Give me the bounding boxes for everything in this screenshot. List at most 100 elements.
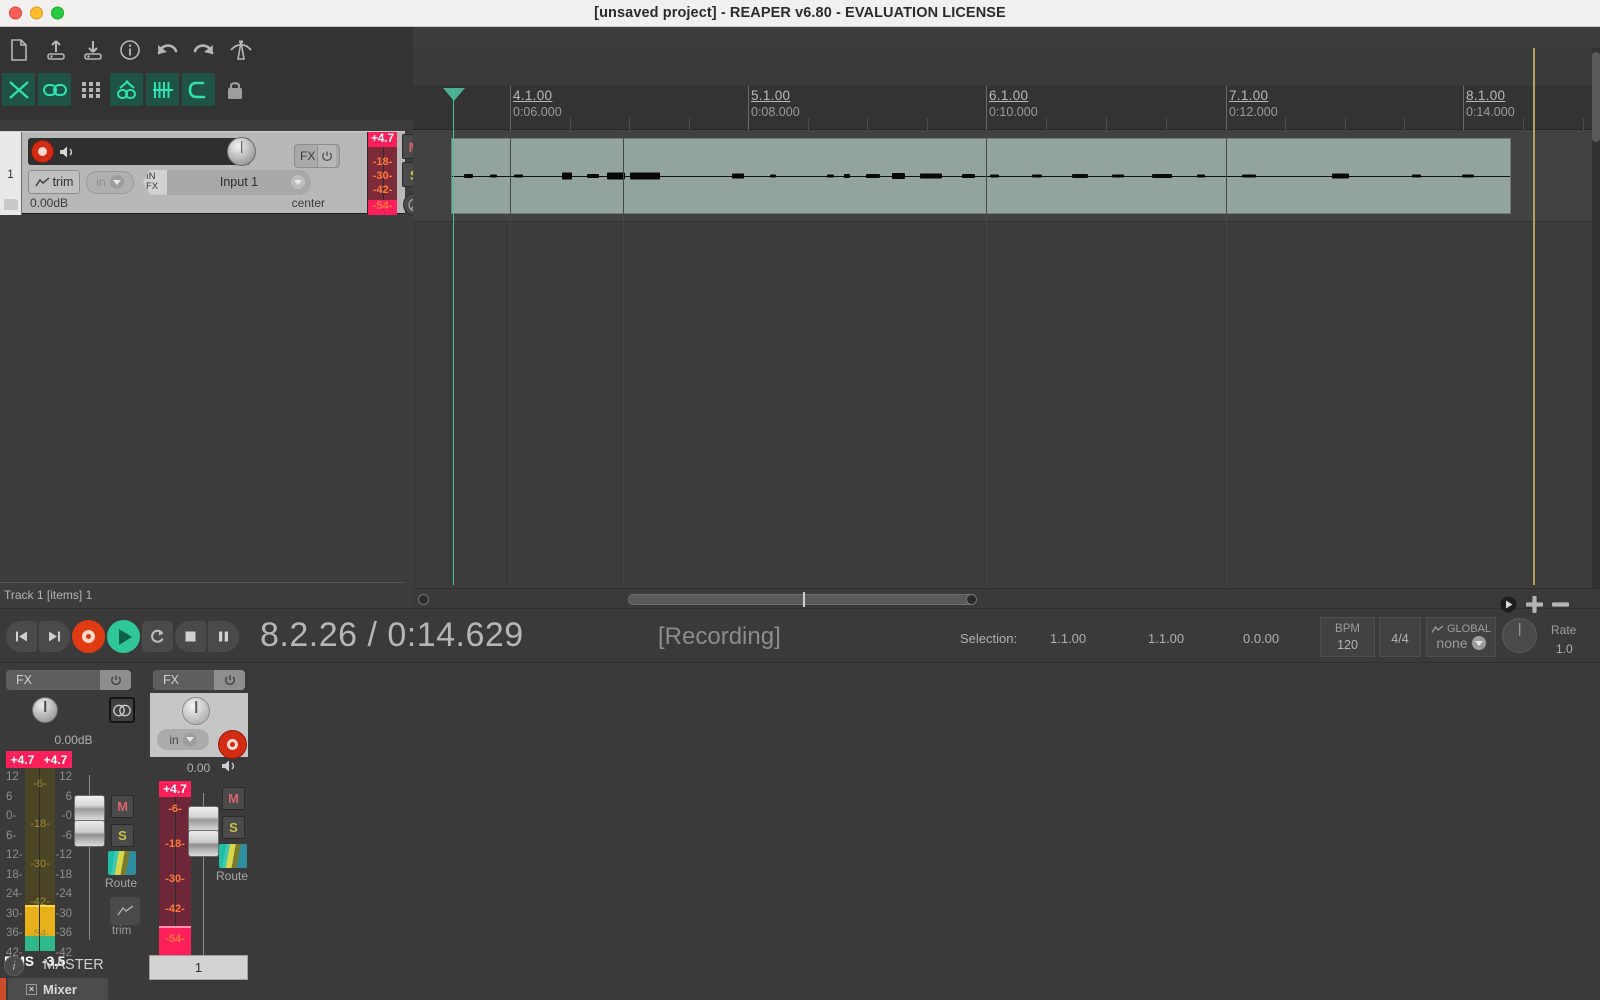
master-trim-button[interactable] <box>110 897 140 925</box>
add-track-icon[interactable] <box>1526 596 1543 618</box>
repeat-button[interactable] <box>142 621 173 652</box>
chevron-down-icon[interactable] <box>110 175 124 189</box>
group-link-icon[interactable] <box>110 73 143 106</box>
fx-power-icon[interactable] <box>100 670 131 690</box>
master-meter[interactable]: +4.7 +4.7 -6- -18- -30- -42- -54- <box>6 751 72 951</box>
ruler-bar-label: 8.1.00 <box>1466 88 1515 103</box>
vertical-scrollbar[interactable] <box>1592 48 1600 588</box>
remove-track-icon[interactable] <box>1552 596 1569 618</box>
pause-button[interactable] <box>208 621 239 652</box>
snap-grid-icon[interactable] <box>146 73 179 106</box>
track-input-button-mixer[interactable]: in <box>157 729 209 750</box>
master-route-button[interactable] <box>108 851 136 875</box>
waveform-peak <box>1197 175 1205 178</box>
play-speed-icon[interactable] <box>1500 596 1517 618</box>
track-pan-knob-mixer[interactable] <box>182 697 210 725</box>
rate-value[interactable]: 1.0 <box>1556 642 1573 656</box>
track-name-field[interactable]: 1 <box>149 955 248 980</box>
scroll-right-handle[interactable] <box>966 594 977 605</box>
master-width-button[interactable] <box>109 697 135 723</box>
fx-power-icon[interactable] <box>214 670 245 690</box>
ruler-bar-label: 6.1.00 <box>989 88 1038 103</box>
mixer-tab[interactable]: × Mixer <box>8 978 108 1000</box>
track-meter[interactable]: +4.7 -18- -30- -42- -54- <box>367 132 397 215</box>
global-value-row[interactable]: none <box>1436 635 1485 651</box>
track-meter-mixer[interactable]: +4.7 -6- -18- -30- -42- -54- <box>159 781 191 956</box>
chevron-down-icon[interactable] <box>183 733 197 747</box>
minimize-button[interactable] <box>30 7 43 20</box>
info-icon[interactable] <box>113 33 146 66</box>
selection-start[interactable]: 1.1.00 <box>1050 631 1086 646</box>
grid-icon[interactable] <box>74 73 107 106</box>
track-fx-button[interactable]: FX <box>294 144 340 168</box>
track-fader-handle[interactable] <box>188 806 219 833</box>
arrange-view[interactable]: 4.1.00 0:06.000 5.1.00 0:08.000 6.1.00 0… <box>413 48 1600 585</box>
chevron-down-icon[interactable] <box>1472 636 1486 650</box>
in-fx-button[interactable]: IN FX <box>143 170 167 195</box>
track-lane-1[interactable] <box>413 130 1600 222</box>
bpm-value[interactable]: 120 <box>1337 638 1358 652</box>
track-fx-button-mixer[interactable]: FX <box>153 670 245 690</box>
link-icon[interactable] <box>38 73 71 106</box>
mixer-strip-track-1[interactable]: FX in 0.00 +4.7 -6- -18 <box>147 663 250 1000</box>
playrate-knob[interactable] <box>1502 618 1537 653</box>
redo-icon[interactable] <box>187 33 220 66</box>
track-fader-handle-2[interactable] <box>188 830 219 857</box>
track-input-mode-button[interactable]: in <box>86 171 134 194</box>
mixer-strip-master[interactable]: FX 0.00dB +4.7 +4.7 <box>0 663 147 1000</box>
bpm-control[interactable]: BPM 120 <box>1320 617 1375 657</box>
speaker-icon[interactable] <box>59 145 77 164</box>
track-input-select[interactable]: Input 1 <box>167 170 311 195</box>
undo-icon[interactable] <box>150 33 183 66</box>
loop-icon[interactable] <box>182 73 215 106</box>
close-icon[interactable]: × <box>26 984 37 995</box>
transport-time-display[interactable]: 8.2.26 / 0:14.629 <box>260 616 524 655</box>
track-record-arm-button-mixer[interactable] <box>219 731 246 758</box>
chevron-down-icon[interactable] <box>291 175 305 189</box>
track-control-panel[interactable]: 1 FX <box>0 131 405 214</box>
arrange-gridline <box>510 130 511 585</box>
go-to-end-button[interactable] <box>39 621 70 652</box>
stop-button[interactable] <box>175 621 206 652</box>
global-automation-control[interactable]: GLOBAL none <box>1426 617 1496 657</box>
master-solo-button[interactable]: S <box>111 824 134 847</box>
record-button[interactable] <box>72 620 105 653</box>
speaker-icon[interactable] <box>221 759 239 778</box>
edit-cursor-handle[interactable] <box>443 88 465 101</box>
track-record-arm-button[interactable] <box>32 141 53 162</box>
play-button[interactable] <box>107 620 140 653</box>
horizontal-scrollbar[interactable] <box>413 588 1600 608</box>
go-to-start-button[interactable] <box>6 621 37 652</box>
ruler-top-band[interactable] <box>413 48 1600 86</box>
selection-length[interactable]: 0.0.00 <box>1243 631 1279 646</box>
close-button[interactable] <box>9 7 22 20</box>
master-fader-handle-2[interactable] <box>74 820 105 847</box>
track-trim-button[interactable]: trim <box>28 170 80 194</box>
track-route-button[interactable] <box>219 844 247 868</box>
master-fader-handle[interactable] <box>74 795 105 822</box>
master-mute-button[interactable]: M <box>111 795 134 818</box>
crossfade-icon[interactable] <box>2 73 35 106</box>
master-pan-knob[interactable] <box>32 697 58 723</box>
track-mute-button-mixer[interactable]: M <box>222 787 245 810</box>
zoom-button[interactable] <box>51 7 64 20</box>
timeline-ruler[interactable]: 4.1.00 0:06.000 5.1.00 0:08.000 6.1.00 0… <box>413 48 1600 130</box>
master-fx-button[interactable]: FX <box>6 670 131 690</box>
folder-icon[interactable] <box>4 199 18 210</box>
scroll-left-handle[interactable] <box>418 594 429 605</box>
time-signature-value[interactable]: 4/4 <box>1391 632 1408 646</box>
horizontal-scrollbar-thumb[interactable] <box>628 594 976 605</box>
metronome-icon[interactable] <box>224 33 257 66</box>
new-project-icon[interactable] <box>2 33 35 66</box>
selection-end[interactable]: 1.1.00 <box>1148 631 1184 646</box>
fx-power-icon[interactable] <box>317 145 336 167</box>
lock-icon[interactable] <box>218 73 251 106</box>
vertical-scrollbar-thumb[interactable] <box>1592 52 1600 142</box>
track-solo-button-mixer[interactable]: S <box>222 816 245 839</box>
master-volume-value[interactable]: 0.00dB <box>0 733 147 747</box>
media-item-recording[interactable] <box>451 138 1511 214</box>
open-project-icon[interactable] <box>39 33 72 66</box>
time-signature-control[interactable]: 4/4 <box>1379 617 1421 657</box>
save-project-icon[interactable] <box>76 33 109 66</box>
track-pan-knob[interactable] <box>227 137 256 166</box>
